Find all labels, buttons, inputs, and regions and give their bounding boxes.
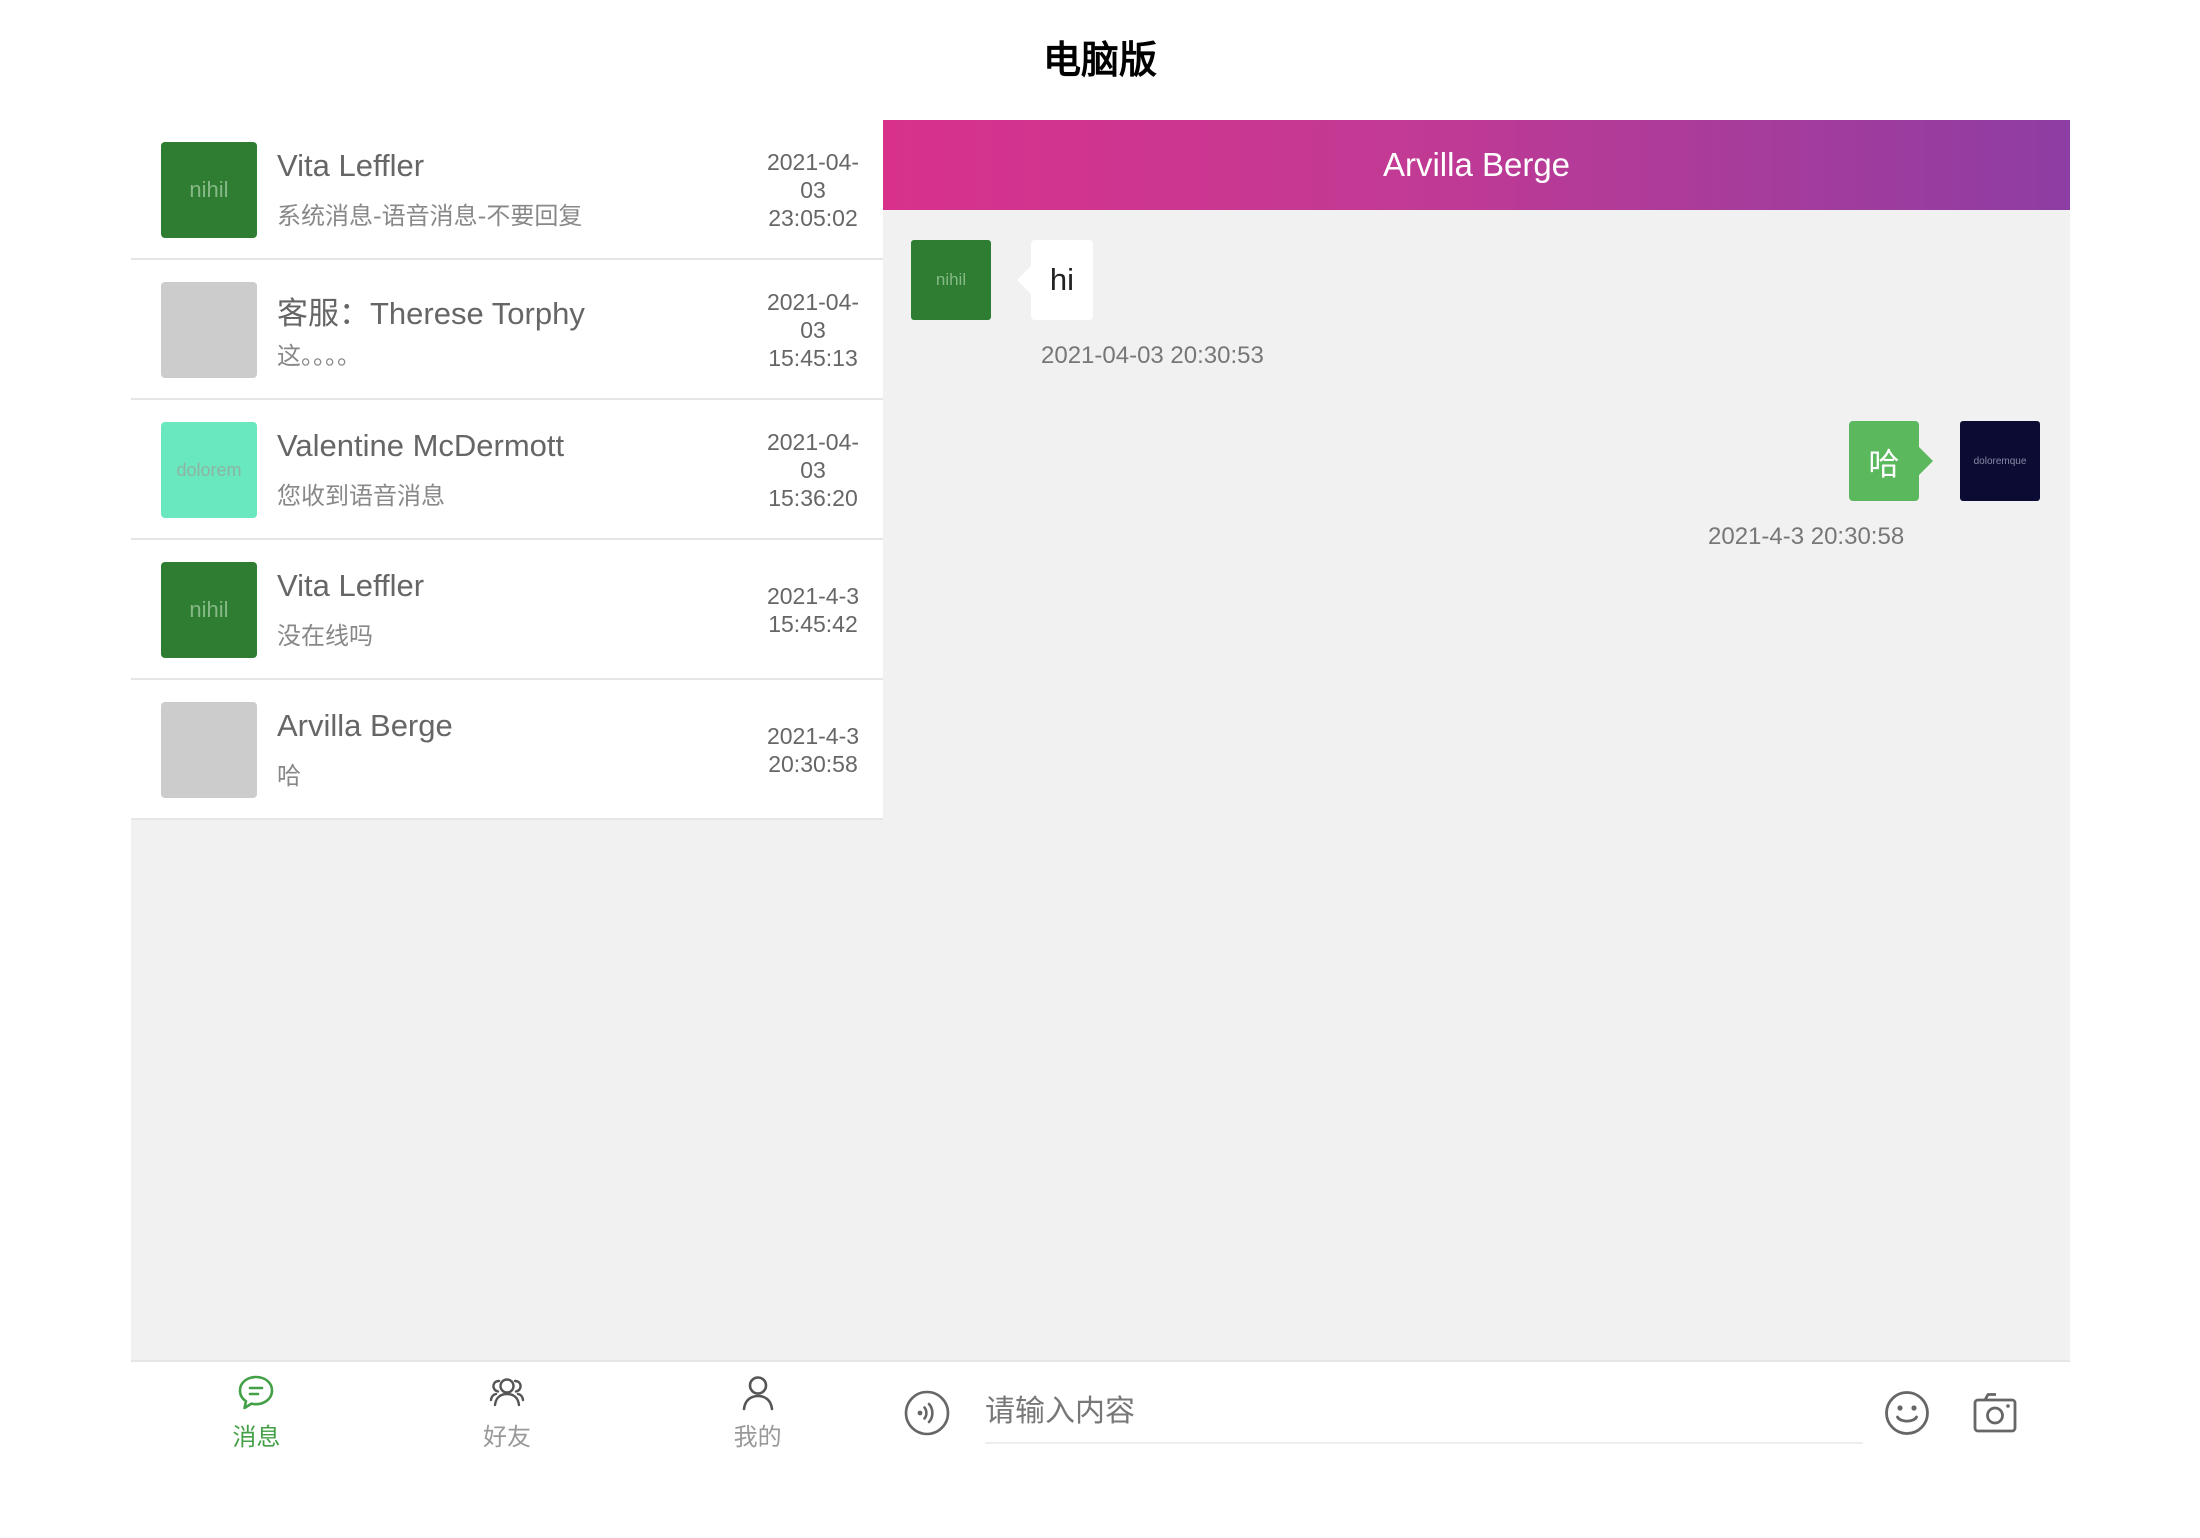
voice-icon[interactable] xyxy=(903,1389,951,1437)
message-text: hi xyxy=(1049,262,1075,297)
chat-panel: Arvilla Berge nihil hi 2021-04-03 20:30:… xyxy=(883,120,2070,1462)
message-preview: 这。。。。 xyxy=(277,342,361,370)
message-preview: 您收到语音消息 xyxy=(277,482,445,510)
conversation-item[interactable]: nihil Vita Leffler 没在线吗 2021-4-3 15:45:4… xyxy=(131,540,883,680)
conversation-time: 2021-04- 03 15:45:13 xyxy=(766,289,860,371)
avatar xyxy=(161,282,257,378)
message-preview: 没在线吗 xyxy=(277,622,373,650)
avatar-text: nihil xyxy=(935,270,967,289)
tab-label: 我的 xyxy=(733,1422,782,1451)
conversation-time: 2021-4-3 15:45:42 xyxy=(766,583,860,637)
message-preview: 系统消息-语音消息-不要回复 xyxy=(277,202,583,230)
avatar-text: nihil xyxy=(189,597,229,622)
avatar xyxy=(161,702,257,798)
tab-label: 消息 xyxy=(232,1422,281,1451)
conversation-item[interactable]: nihil Vita Leffler 系统消息-语音消息-不要回复 2021-0… xyxy=(131,120,883,260)
message-preview: 哈 xyxy=(277,762,301,790)
message-time: 2021-4-3 20:30:58 xyxy=(1708,523,1905,550)
message-text: 哈 xyxy=(1868,446,1900,482)
page-title: 电脑版 xyxy=(1042,38,1157,82)
chat-header: Arvilla Berge xyxy=(883,120,2070,210)
conversation-item[interactable]: Arvilla Berge 哈 2021-4-3 20:30:58 xyxy=(131,680,883,820)
conversation-time: 2021-4-3 20:30:58 xyxy=(766,723,860,777)
tab-profile[interactable]: 我的 xyxy=(632,1362,883,1462)
conversation-time: 2021-04- 03 23:05:02 xyxy=(766,149,860,231)
incoming-message-bubble[interactable]: hi xyxy=(1017,240,1093,320)
conversation-item[interactable]: dolorem Valentine McDermott 您收到语音消息 2021… xyxy=(131,400,883,540)
bottom-nav: 消息 好友 我的 xyxy=(131,1360,883,1462)
message-input-bar xyxy=(883,1360,2070,1462)
tab-friends[interactable]: 好友 xyxy=(382,1362,633,1462)
contact-name: 客服：Therese Torphy xyxy=(277,296,585,331)
avatar-text: dolorem xyxy=(176,459,242,480)
conversation-list: nihil Vita Leffler 系统消息-语音消息-不要回复 2021-0… xyxy=(131,120,883,820)
message-input[interactable] xyxy=(985,1380,1863,1444)
conversation-item[interactable]: 客服：Therese Torphy 这。。。。 2021-04- 03 15:4… xyxy=(131,260,883,400)
friends-icon xyxy=(489,1377,525,1406)
contact-name: Vita Leffler xyxy=(277,148,425,183)
emoji-icon[interactable] xyxy=(1883,1389,1931,1437)
outgoing-message-bubble[interactable]: 哈 xyxy=(1849,421,1933,501)
my-avatar[interactable]: doloremque xyxy=(1960,421,2040,501)
avatar: dolorem xyxy=(161,422,257,518)
conversation-time: 2021-04- 03 15:36:20 xyxy=(766,429,860,511)
message-time: 2021-04-03 20:30:53 xyxy=(1041,342,1264,369)
sender-avatar[interactable]: nihil xyxy=(911,240,991,320)
avatar-text: nihil xyxy=(189,177,229,202)
contact-name: Vita Leffler xyxy=(277,568,425,603)
tab-label: 好友 xyxy=(483,1422,531,1451)
chat-bubble-icon xyxy=(239,1375,274,1409)
camera-icon[interactable] xyxy=(1971,1389,2019,1437)
contact-name: Valentine McDermott xyxy=(277,428,565,463)
avatar: nihil xyxy=(161,562,257,658)
user-icon xyxy=(742,1375,773,1410)
contact-name: Arvilla Berge xyxy=(277,708,453,743)
conversation-panel: nihil Vita Leffler 系统消息-语音消息-不要回复 2021-0… xyxy=(131,120,883,1462)
chat-title: Arvilla Berge xyxy=(1382,146,1571,183)
avatar-text: doloremque xyxy=(1973,455,2027,467)
avatar: nihil xyxy=(161,142,257,238)
tab-messages[interactable]: 消息 xyxy=(131,1362,382,1462)
